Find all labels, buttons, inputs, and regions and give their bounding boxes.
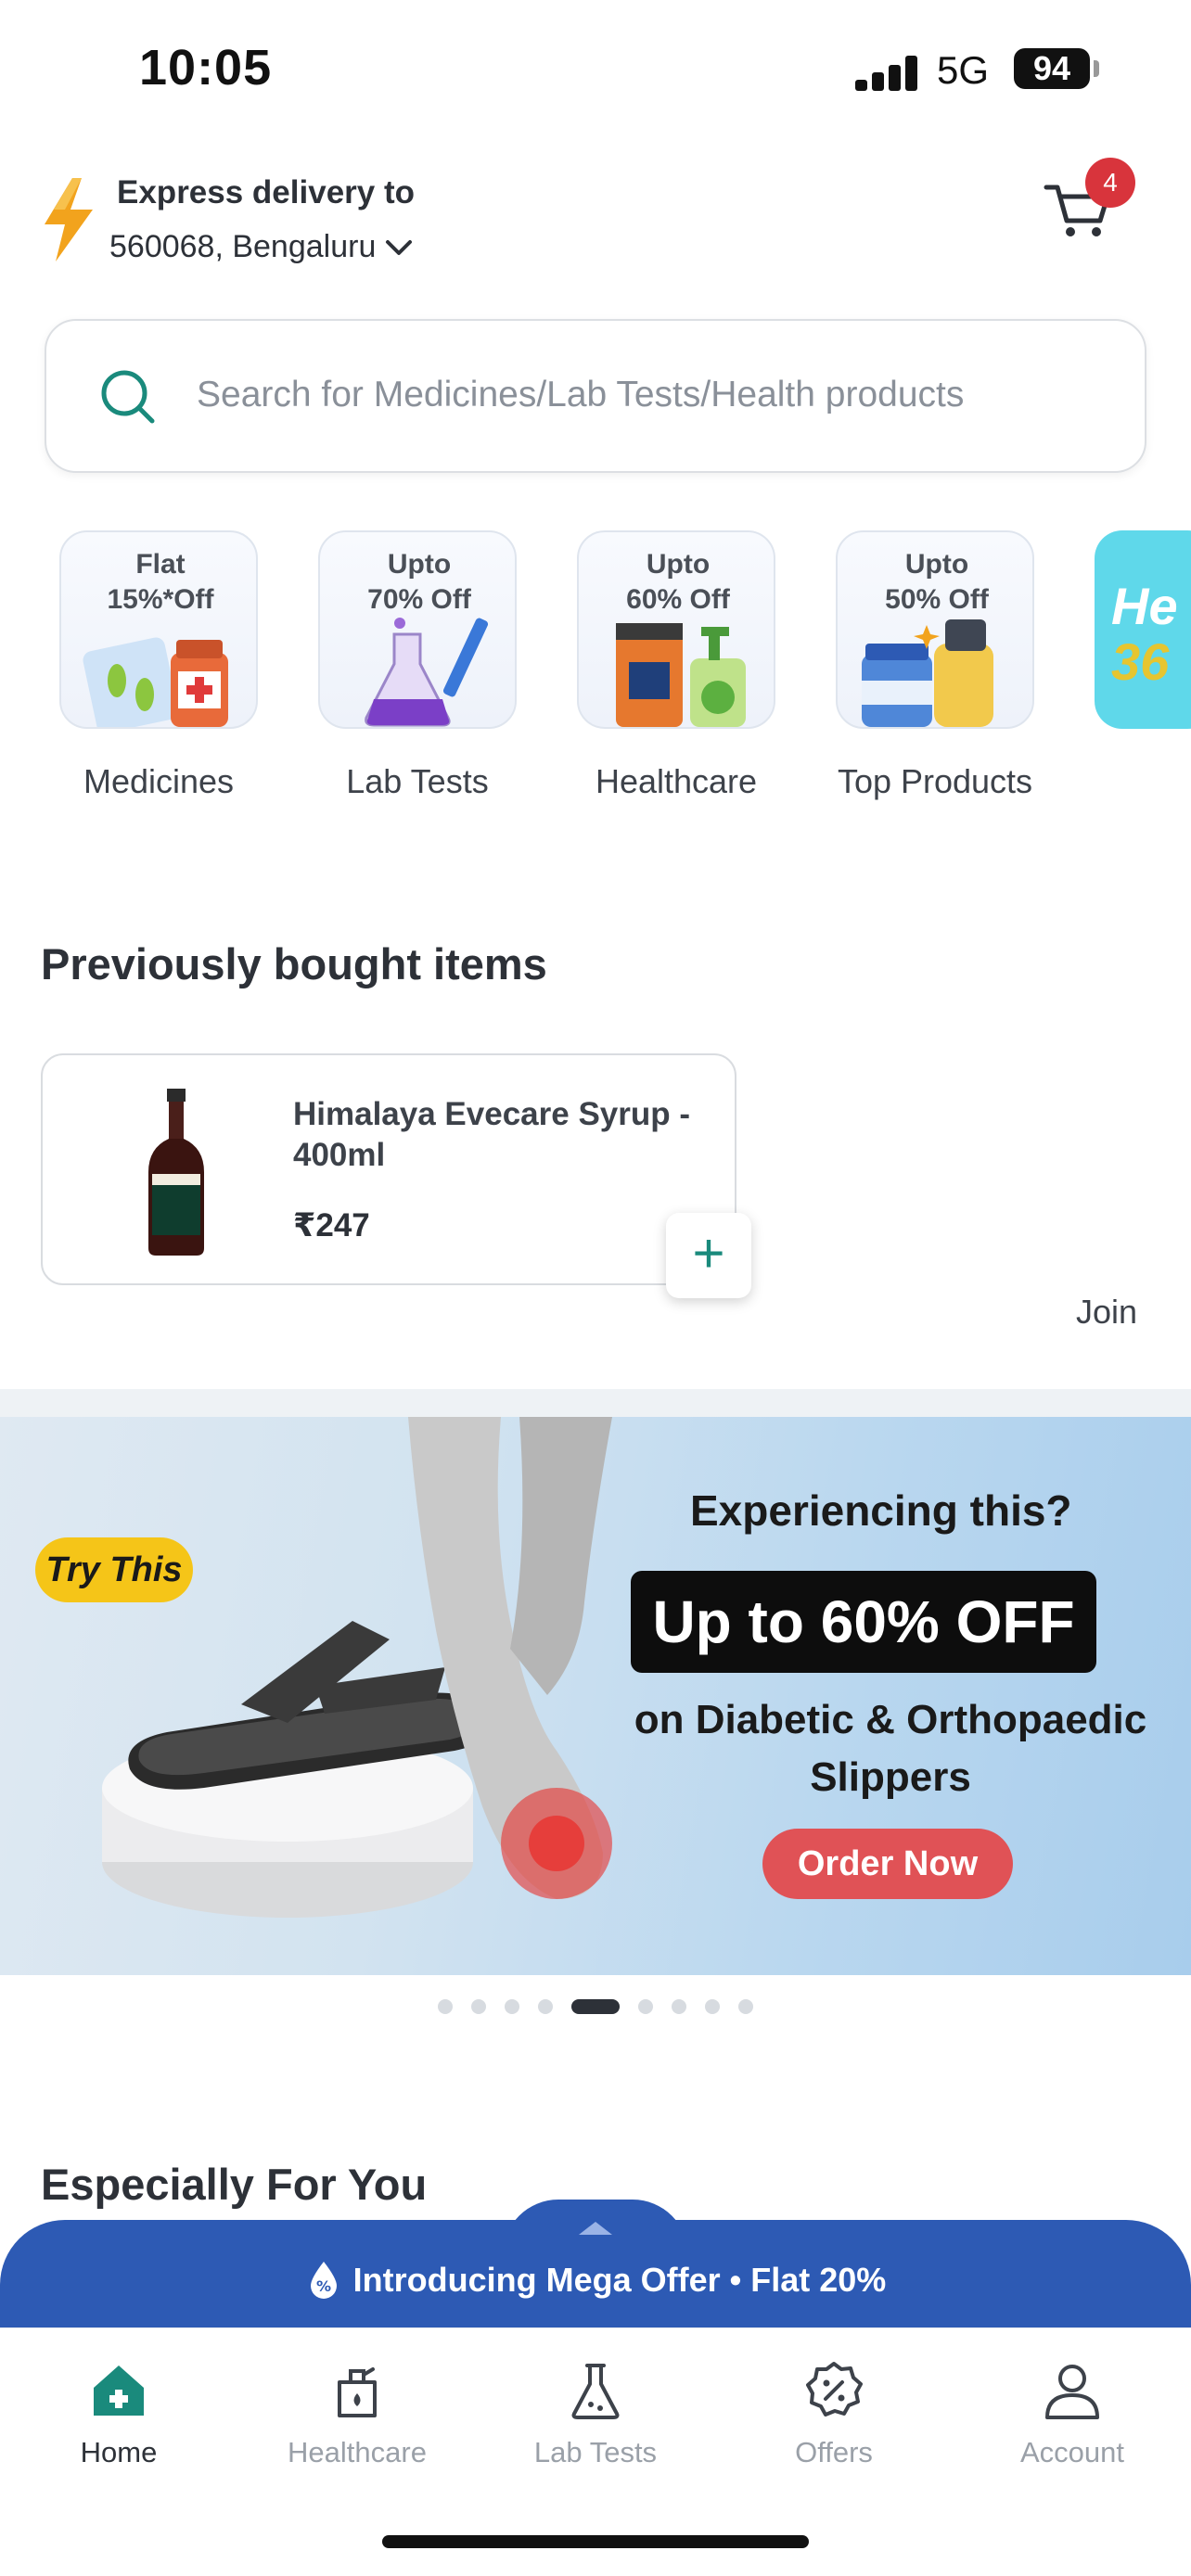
banner-headline: Experiencing this? — [690, 1486, 1072, 1535]
nav-healthcare[interactable]: Healthcare — [238, 2358, 476, 2469]
join-card-text: He 36 — [1111, 577, 1178, 691]
header: Express delivery to 560068, Bengaluru 4 — [0, 158, 1191, 297]
carousel-dot[interactable] — [471, 1999, 486, 2014]
category-label: Medicines — [83, 762, 235, 800]
category-card: Upto 70% Off — [318, 530, 517, 729]
banner-subtext: on Diabetic & Orthopaedic Slippers — [634, 1697, 1147, 1800]
top-products-icon — [862, 619, 993, 727]
offer-drop-icon: % — [310, 2262, 337, 2299]
search-placeholder: Search for Medicines/Lab Tests/Health pr… — [197, 375, 965, 414]
search-icon — [101, 370, 155, 424]
product-price: ₹247 — [293, 1207, 370, 1243]
home-indicator — [382, 2535, 809, 2548]
promo-banner[interactable]: Try This Experiencing this? Up to 60% OF… — [0, 1417, 1191, 1975]
flask-syringe-icon — [365, 618, 489, 727]
category-card: Upto 50% Off — [836, 530, 1034, 729]
section-title-especially-for-you: Especially For You — [41, 2160, 428, 2209]
healthcare-products-icon — [616, 623, 746, 727]
medicine-pills-icon — [83, 637, 228, 727]
cart-count-badge: 4 — [1085, 158, 1135, 208]
category-card: Upto 60% Off — [577, 530, 775, 729]
healthcare-bottle-icon — [338, 2367, 377, 2417]
search-bar[interactable]: Search for Medicines/Lab Tests/Health pr… — [45, 319, 1146, 473]
product-card[interactable]: Himalaya Evecare Syrup - 400ml ₹247 — [41, 1053, 736, 1285]
order-now-button[interactable]: Order Now — [762, 1829, 1013, 1899]
nav-offers[interactable]: Offers — [715, 2358, 953, 2469]
location-text: 560068, Bengaluru — [109, 229, 377, 264]
flask-icon — [571, 2364, 620, 2419]
section-title-previously-bought: Previously bought items — [41, 939, 547, 988]
carousel-dot[interactable] — [672, 1999, 686, 2014]
nav-label: Lab Tests — [533, 2436, 658, 2468]
add-to-cart-button[interactable]: + — [666, 1213, 751, 1298]
nav-label: Offers — [795, 2436, 873, 2468]
mega-offer-text: Introducing Mega Offer • Flat 20% — [352, 2261, 887, 2299]
category-label: Top Products — [837, 762, 1033, 800]
category-label: Lab Tests — [346, 762, 489, 800]
syrup-bottle-image — [148, 1089, 204, 1256]
carousel-dot[interactable] — [705, 1999, 720, 2014]
product-name: Himalaya Evecare Syrup - 400ml — [293, 1096, 691, 1173]
category-label: Healthcare — [595, 762, 758, 800]
nav-label: Home — [80, 2436, 158, 2468]
category-card: Flat 15%*Off — [59, 530, 258, 729]
svg-text:%: % — [316, 2277, 331, 2295]
carousel-dot[interactable] — [505, 1999, 519, 2014]
nav-label: Account — [1019, 2436, 1124, 2468]
chevron-up-icon — [579, 2222, 612, 2235]
carousel-dot[interactable] — [738, 1999, 753, 2014]
nav-lab-tests[interactable]: Lab Tests — [477, 2358, 714, 2469]
carousel-dot[interactable] — [571, 1999, 620, 2014]
carousel-dot[interactable] — [638, 1999, 653, 2014]
location-selector[interactable]: 560068, Bengaluru — [109, 229, 413, 265]
section-divider — [0, 1389, 1191, 1417]
nav-home[interactable]: Home — [0, 2358, 237, 2469]
network-type: 5G — [937, 48, 990, 92]
carousel-dot[interactable] — [438, 1999, 453, 2014]
banner-offer: Up to 60% OFF — [631, 1571, 1096, 1673]
carousel-dots[interactable] — [0, 1997, 1191, 2016]
battery-tip — [1094, 60, 1099, 77]
signal-icon — [855, 54, 920, 91]
category-card: He 36 — [1095, 530, 1191, 729]
battery-icon: 94 — [1014, 48, 1090, 89]
lightning-bolt-icon — [45, 178, 93, 261]
user-icon — [1045, 2365, 1099, 2419]
carousel-dot[interactable] — [538, 1999, 553, 2014]
offer-badge-icon — [806, 2362, 863, 2417]
category-row: Flat 15%*Off Medicines Upto 70% Off Lab … — [0, 530, 1191, 1331]
home-icon — [94, 2366, 144, 2416]
status-time: 10:05 — [139, 40, 273, 96]
status-bar: 10:05 5G 94 — [0, 0, 1191, 139]
category-label: Join — [1076, 1293, 1138, 1331]
nav-label: Healthcare — [288, 2436, 427, 2468]
try-this-tag: Try This — [35, 1537, 193, 1602]
nav-account[interactable]: Account — [954, 2358, 1191, 2469]
chevron-down-icon — [386, 239, 413, 255]
delivery-title: Express delivery to — [117, 174, 415, 210]
